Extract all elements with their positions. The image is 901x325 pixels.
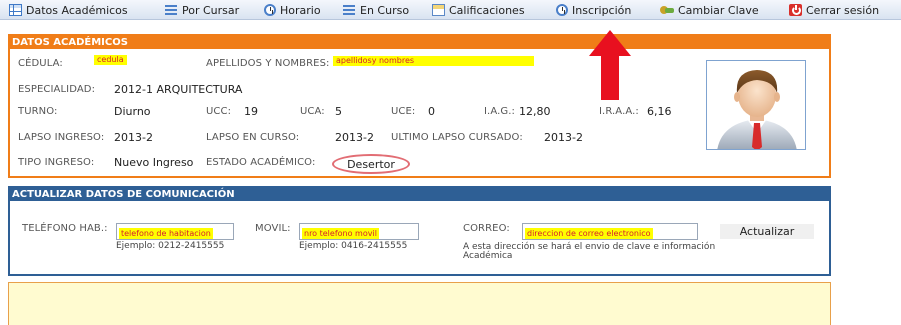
correo-field[interactable]: direccion de correo electronico [522,223,698,240]
iag-value: 12,80 [519,105,551,118]
table-icon [9,4,22,16]
apellidos-value: apellidosy nombres [333,56,534,66]
list-icon [343,4,356,16]
telefono-hint: Ejemplo: 0212-2415555 [116,241,225,251]
clock-icon [556,4,568,16]
user-avatar-icon [717,70,797,149]
lapso-ingreso-label: LAPSO INGRESO: [18,132,105,143]
nav-label: En Curso [360,3,410,17]
iraa-label: I.R.A.A.: [599,106,639,117]
lapso-ingreso-value: 2013-2 [114,131,153,144]
avatar [706,60,806,150]
telefono-value: telefono de habitacion [119,228,213,239]
nav-cambiar-clave[interactable]: Cambiar Clave [660,2,759,18]
correo-label: CORREO: [463,223,510,234]
especialidad-label: ESPECIALIDAD: [18,84,96,95]
red-arrow-icon [589,30,631,100]
apellidos-label: APELLIDOS Y NOMBRES: [206,58,330,69]
ultimo-lapso-label: ULTIMO LAPSO CURSADO: [391,132,523,143]
nav-label: Por Cursar [182,3,240,17]
estado-label: ESTADO ACADÉMICO: [206,157,316,168]
nav-datos-academicos[interactable]: Datos Académicos [9,2,128,18]
key-icon [660,4,674,16]
movil-field[interactable]: nro telefono movil [299,223,419,240]
correo-hint-line-2: Académica [463,251,513,261]
cedula-value: cedula [94,55,127,65]
nav-por-cursar[interactable]: Por Cursar [165,2,239,18]
nav-label: Cambiar Clave [678,3,759,17]
top-navbar: Datos Académicos Por Cursar Horario En C… [0,0,901,20]
sheet-icon [432,4,445,16]
actualizar-button[interactable]: Actualizar [720,224,814,239]
turno-value: Diurno [114,105,151,118]
ultimo-lapso-value: 2013-2 [544,131,583,144]
nav-label: Cerrar sesión [806,3,880,17]
lapso-curso-value: 2013-2 [335,131,374,144]
correo-value: direccion de correo electronico [525,228,653,239]
uce-value: 0 [428,105,435,118]
uca-label: UCA: [300,106,325,117]
panel-header: ACTUALIZAR DATOS DE COMUNICACIÓN [10,188,829,201]
especialidad-value: 2012-1 ARQUITECTURA [114,83,243,96]
nav-en-curso[interactable]: En Curso [343,2,409,18]
movil-value: nro telefono movil [302,228,379,239]
ucc-value: 19 [244,105,258,118]
nav-label: Calificaciones [449,3,525,17]
nav-cerrar-sesion[interactable]: Cerrar sesión [789,2,879,18]
nav-inscripcion[interactable]: Inscripción [556,2,631,18]
nav-calificaciones[interactable]: Calificaciones [432,2,525,18]
comunicacion-panel: ACTUALIZAR DATOS DE COMUNICACIÓN TELÉFON… [8,186,831,276]
nav-label: Inscripción [572,3,632,17]
movil-hint: Ejemplo: 0416-2415555 [299,241,408,251]
tipo-ingreso-value: Nuevo Ingreso [114,156,194,169]
iag-label: I.A.G.: [484,106,515,117]
nav-horario[interactable]: Horario [264,2,321,18]
estado-value: Desertor [332,154,410,174]
iraa-value: 6,16 [647,105,672,118]
nav-label: Datos Académicos [26,3,128,17]
message-panel [8,282,831,325]
cedula-label: CÉDULA: [18,58,63,69]
list-icon [165,4,178,16]
power-icon [789,4,802,16]
uce-label: UCE: [391,106,416,117]
movil-label: MOVIL: [255,223,291,234]
datos-academicos-panel: DATOS ACADÉMICOS CÉDULA: cedula APELLIDO… [8,34,831,178]
uca-value: 5 [335,105,342,118]
telefono-field[interactable]: telefono de habitacion [116,223,234,240]
panel-header: DATOS ACADÉMICOS [10,36,829,49]
telefono-label: TELÉFONO HAB.: [22,223,108,234]
lapso-curso-label: LAPSO EN CURSO: [206,132,300,143]
clock-icon [264,4,276,16]
nav-label: Horario [280,3,321,17]
ucc-label: UCC: [206,106,232,117]
turno-label: TURNO: [18,106,58,117]
tipo-ingreso-label: TIPO INGRESO: [18,157,95,168]
